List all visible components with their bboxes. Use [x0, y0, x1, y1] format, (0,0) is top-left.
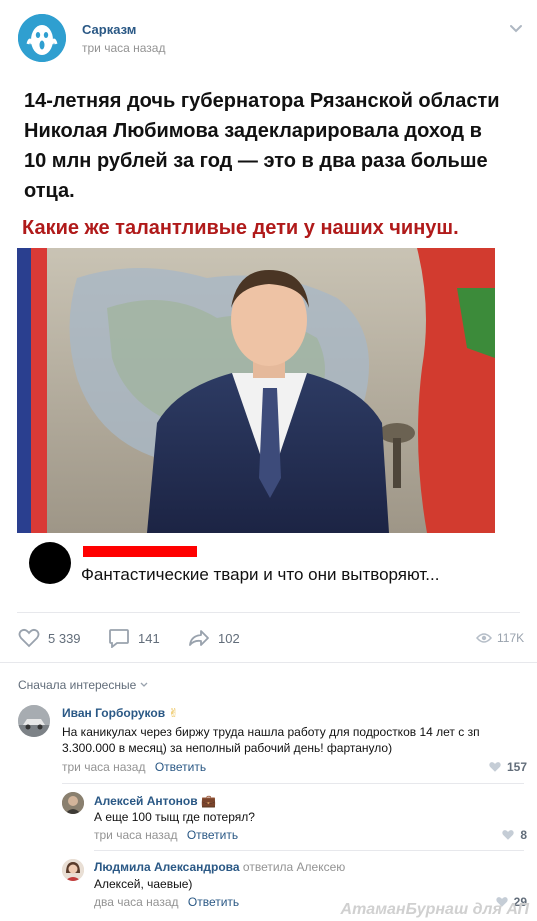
- eye-icon: [476, 633, 492, 643]
- comment-like-count: 8: [520, 828, 527, 842]
- post-time[interactable]: три часа назад: [82, 41, 165, 55]
- share-icon: [189, 630, 209, 646]
- chevron-down-icon[interactable]: [509, 24, 523, 34]
- avatar[interactable]: [62, 792, 84, 814]
- briefcase-icon: 💼: [200, 794, 216, 808]
- comment-meta: три часа назад Ответить: [94, 828, 238, 842]
- reply-button[interactable]: Ответить: [188, 895, 239, 909]
- comment-time[interactable]: три часа назад: [62, 760, 145, 774]
- post-header: Сарказм три часа назад: [0, 0, 537, 72]
- comment-reply-item: Алексей Антонов 💼 А еще 100 тыщ где поте…: [0, 788, 537, 846]
- share-count: 102: [218, 630, 240, 646]
- comment-like-button[interactable]: 157: [488, 760, 527, 774]
- chevron-down-icon: [140, 682, 148, 687]
- avatar[interactable]: [18, 705, 50, 737]
- watermark: АтаманБурнаш для АП: [340, 901, 529, 918]
- comment-like-button[interactable]: 8: [501, 828, 527, 842]
- post-photo[interactable]: [17, 248, 495, 533]
- divider: [17, 612, 520, 613]
- comment-author[interactable]: Алексей Антонов 💼: [94, 794, 216, 808]
- comment-author[interactable]: Людмила Александрова ответила Алексею: [94, 860, 345, 874]
- post-actions: 5 339 141 102 117K: [0, 624, 537, 652]
- heart-icon: [18, 628, 40, 648]
- victory-hand-icon: ✌: [168, 706, 179, 720]
- censor-circle: [29, 542, 71, 584]
- avatar-car-image: [18, 705, 50, 737]
- comments-sort[interactable]: Сначала интересные: [18, 678, 148, 692]
- comment-text: На каникулах через биржу труда нашла раб…: [62, 725, 480, 755]
- censor-bar: [83, 546, 197, 557]
- governor-photo-illustration: [17, 248, 495, 533]
- avatar-man-image: [62, 792, 84, 814]
- comment-count: 141: [138, 630, 160, 646]
- comment-icon: [109, 629, 129, 648]
- divider: [94, 850, 524, 851]
- comment-meta: два часа назад Ответить: [94, 895, 239, 909]
- reply-button[interactable]: Ответить: [187, 828, 238, 842]
- view-count: 117K: [497, 631, 525, 645]
- caption-row: Фантастические твари и что они вытворяют…: [17, 538, 495, 598]
- divider: [0, 662, 537, 663]
- avatar-woman-image: [62, 859, 84, 881]
- avatar[interactable]: [62, 859, 84, 881]
- like-count: 5 339: [48, 630, 81, 646]
- scream-face-icon: [18, 14, 66, 62]
- share-button[interactable]: 102: [188, 624, 240, 652]
- heart-icon: [502, 830, 515, 840]
- post-sub-headline: Какие же талантливые дети у наших чинуш.: [22, 217, 459, 239]
- comment-item: Иван Горборуков ✌ На каникулах через бир…: [0, 700, 537, 780]
- like-button[interactable]: 5 339: [18, 624, 81, 652]
- comment-button[interactable]: 141: [108, 624, 160, 652]
- reply-to-label[interactable]: ответила Алексею: [243, 860, 345, 874]
- caption-text: Фантастические твари и что они вытворяют…: [81, 565, 440, 584]
- comment-like-count: 157: [506, 760, 527, 774]
- group-avatar[interactable]: [18, 14, 66, 62]
- comment-time[interactable]: три часа назад: [94, 828, 177, 842]
- reply-button[interactable]: Ответить: [155, 760, 206, 774]
- sort-label: Сначала интересные: [18, 678, 137, 692]
- comment-meta: три часа назад Ответить: [62, 760, 206, 774]
- views: 117K: [476, 624, 524, 652]
- post-headline: 14-летняя дочь губернатора Рязанской обл…: [24, 90, 500, 202]
- comment-text: Алексей, чаевые): [94, 877, 193, 891]
- divider: [62, 783, 524, 784]
- comment-time[interactable]: два часа назад: [94, 895, 179, 909]
- comment-text: А еще 100 тыщ где потерял?: [94, 810, 255, 824]
- group-name[interactable]: Сарказм: [82, 22, 136, 37]
- comment-author[interactable]: Иван Горборуков ✌: [62, 706, 179, 720]
- heart-icon: [489, 762, 501, 772]
